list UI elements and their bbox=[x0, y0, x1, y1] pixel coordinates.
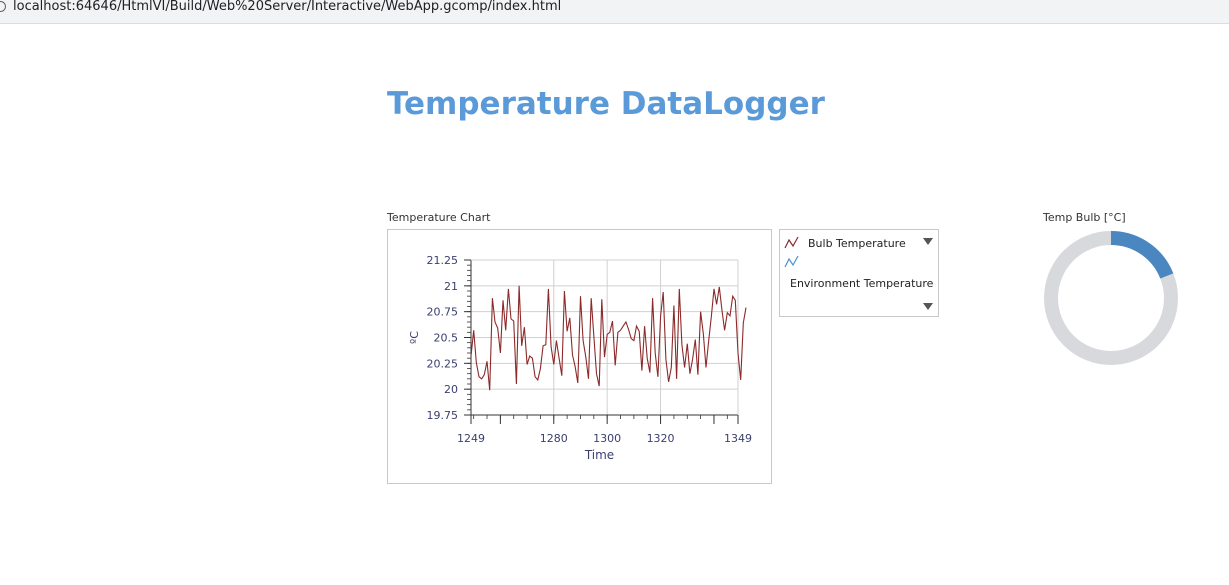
x-tick-label: 1249 bbox=[457, 432, 485, 445]
page-info-icon[interactable] bbox=[0, 1, 6, 12]
temp-bulb-gauge bbox=[1044, 231, 1178, 365]
line-series-icon bbox=[784, 255, 799, 268]
temperature-chart[interactable]: 21.25 21 20.75 20.5 20.25 20 19.75 1249 1280 1300… bbox=[387, 229, 772, 484]
browser-address-bar[interactable]: localhost:64646/HtmlVI/Build/Web%20Serve… bbox=[0, 0, 1229, 24]
url-text[interactable]: localhost:64646/HtmlVI/Build/Web%20Serve… bbox=[13, 0, 561, 14]
y-tick-label: 20 bbox=[444, 383, 458, 396]
y-tick-label: 20.75 bbox=[427, 306, 459, 319]
plot-legend[interactable]: Bulb Temperature Environment Temperature bbox=[779, 229, 939, 317]
y-axis-label: ºC bbox=[408, 331, 421, 344]
legend-item-label: Bulb Temperature bbox=[808, 237, 906, 250]
y-tick-label: 21.25 bbox=[427, 254, 459, 267]
y-tick-label: 19.75 bbox=[427, 409, 459, 422]
x-tick-label: 1280 bbox=[540, 432, 568, 445]
x-axis-label: Time bbox=[584, 448, 614, 462]
x-tick-label: 1300 bbox=[593, 432, 621, 445]
gauge-label: Temp Bulb [°C] bbox=[1043, 211, 1126, 224]
x-tick-label: 1320 bbox=[647, 432, 675, 445]
legend-item-bulb[interactable]: Bulb Temperature bbox=[784, 236, 934, 252]
y-tick-label: 20.25 bbox=[427, 357, 459, 370]
legend-item-label: Environment Temperature bbox=[790, 277, 934, 290]
legend-expand-icon[interactable] bbox=[923, 238, 933, 245]
page-title: Temperature DataLogger bbox=[387, 86, 825, 122]
line-series-icon bbox=[784, 236, 799, 249]
chart-canvas: 21.25 21 20.75 20.5 20.25 20 19.75 1249 1280 1300… bbox=[408, 254, 752, 462]
chart-label: Temperature Chart bbox=[387, 211, 491, 224]
y-tick-label: 20.5 bbox=[434, 332, 459, 345]
y-tick-label: 21 bbox=[444, 280, 458, 293]
legend-scroll-down-icon[interactable] bbox=[923, 303, 933, 310]
x-tick-label: 1349 bbox=[724, 432, 752, 445]
